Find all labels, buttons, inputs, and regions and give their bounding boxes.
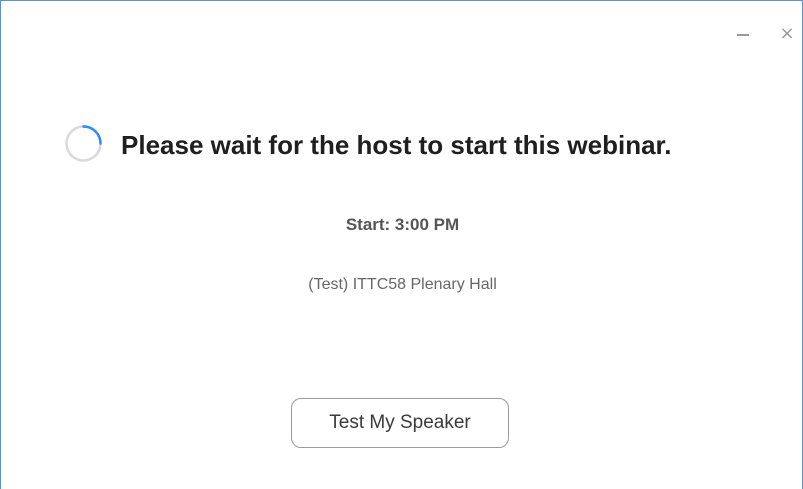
webinar-name: (Test) ITTC58 Plenary Hall <box>308 276 497 293</box>
minimize-icon[interactable] <box>732 25 754 45</box>
loading-spinner-icon <box>65 125 102 162</box>
waiting-room-window: × Please wait for the host to start this… <box>0 0 803 489</box>
test-speaker-button[interactable]: Test My Speaker <box>291 398 509 448</box>
start-time-label: Start: 3:00 PM <box>345 215 460 234</box>
waiting-message: Please wait for the host to start this w… <box>121 130 672 160</box>
close-icon[interactable]: × <box>776 23 798 45</box>
